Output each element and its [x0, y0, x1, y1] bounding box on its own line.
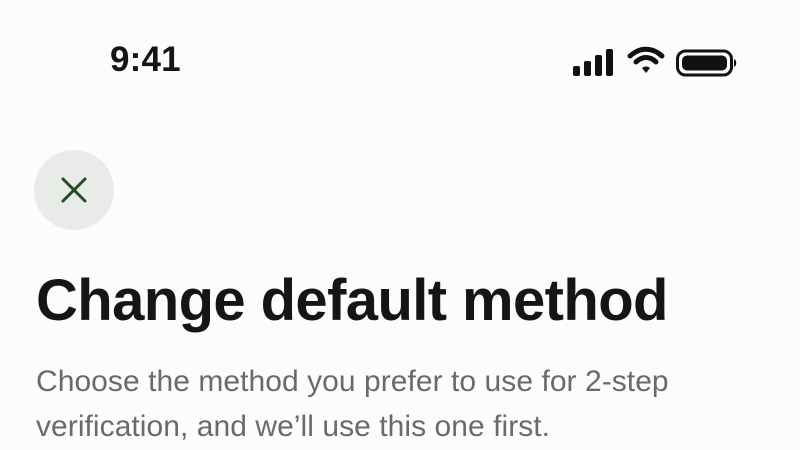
signal-icon: [573, 49, 613, 76]
close-icon: [61, 177, 87, 203]
status-time: 9:41: [110, 40, 181, 79]
wifi-icon: [627, 46, 665, 73]
page-description: Choose the method you prefer to use for …: [36, 365, 669, 443]
page-title: Change default method: [36, 268, 668, 333]
close-button[interactable]: [34, 150, 114, 230]
change-default-method-screen: 9:41 Change default method Choose the me…: [0, 0, 800, 450]
status-bar: 9:41: [0, 0, 800, 120]
battery-icon: [676, 49, 737, 77]
status-icons: [573, 44, 743, 78]
